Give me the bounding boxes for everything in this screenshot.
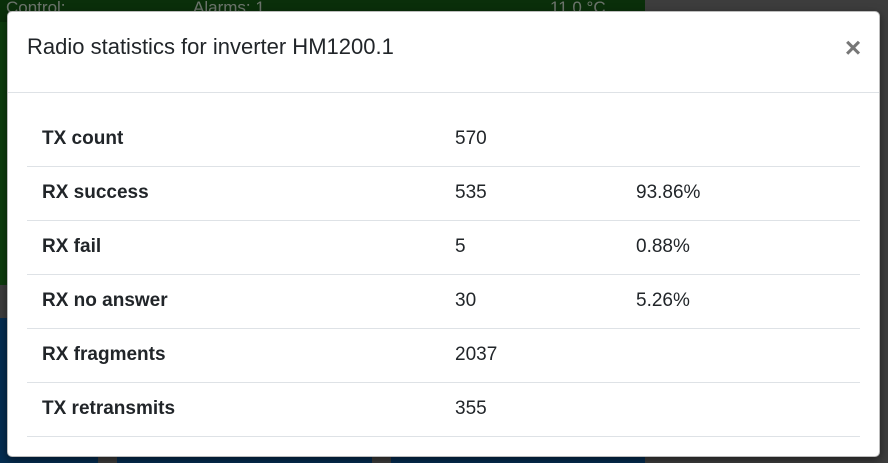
stat-label: RX fragments [27, 328, 440, 383]
dialog-title: Radio statistics for inverter HM1200.1 [27, 34, 394, 59]
table-row: RX fragments 2037 [27, 328, 860, 383]
stat-value: 355 [440, 382, 621, 437]
stat-label: RX no answer [27, 274, 440, 329]
stat-percent: 93.86% [621, 166, 860, 221]
stat-value: 535 [440, 166, 621, 221]
stat-value: 5 [440, 220, 621, 275]
stat-percent [621, 112, 860, 167]
table-row: RX success 535 93.86% [27, 166, 860, 221]
stat-percent: 0.88% [621, 220, 860, 275]
table-row: TX count 570 [27, 112, 860, 167]
stat-value: 30 [440, 274, 621, 329]
stat-percent [621, 328, 860, 383]
radio-stats-table: TX count 570 RX success 535 93.86% RX fa… [27, 112, 860, 437]
table-row: RX no answer 30 5.26% [27, 274, 860, 329]
stat-value: 2037 [440, 328, 621, 383]
stat-value: 570 [440, 112, 621, 167]
dialog-header: Radio statistics for inverter HM1200.1 × [8, 12, 879, 93]
stat-label: TX retransmits [27, 382, 440, 437]
stat-percent: 5.26% [621, 274, 860, 329]
close-button[interactable]: × [840, 32, 866, 64]
table-row: RX fail 5 0.88% [27, 220, 860, 275]
stat-label: RX fail [27, 220, 440, 275]
table-row: TX retransmits 355 [27, 382, 860, 437]
stat-label: RX success [27, 166, 440, 221]
radio-statistics-dialog: Radio statistics for inverter HM1200.1 ×… [7, 11, 880, 457]
stat-label: TX count [27, 112, 440, 167]
stat-percent [621, 382, 860, 437]
